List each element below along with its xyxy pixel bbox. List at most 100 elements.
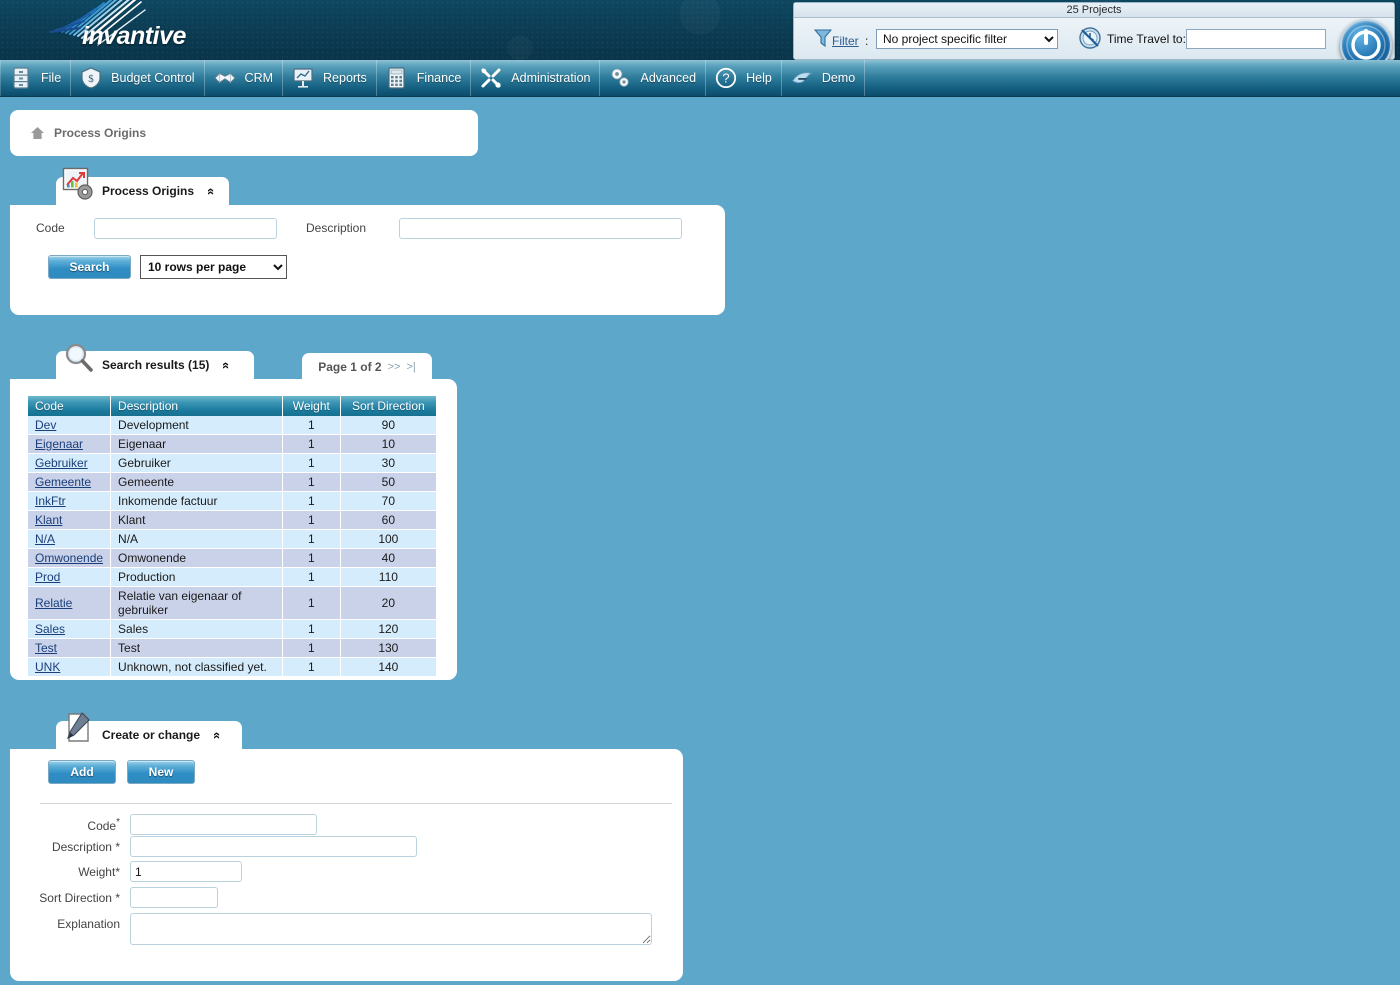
cell-sort-direction: 130 bbox=[340, 638, 436, 658]
home-icon[interactable] bbox=[30, 126, 45, 140]
cell-sort-direction: 140 bbox=[340, 657, 436, 677]
description-label: Description * bbox=[51, 839, 120, 854]
chevron-up-icon[interactable]: « bbox=[210, 731, 225, 738]
create-or-change-panel-tab[interactable]: Create or change « bbox=[56, 712, 242, 749]
code-link[interactable]: Test bbox=[35, 641, 57, 655]
sort-direction-field[interactable] bbox=[130, 887, 218, 908]
cell-code: Prod bbox=[28, 567, 112, 587]
gears-icon bbox=[609, 67, 631, 89]
menu-item-administration[interactable]: Administration bbox=[471, 60, 601, 96]
cell-sort-direction: 20 bbox=[340, 586, 436, 620]
form-row-explanation: Explanation bbox=[20, 913, 652, 945]
form-row-code: Code* bbox=[20, 814, 317, 835]
explanation-field[interactable] bbox=[130, 913, 652, 945]
time-travel-input[interactable] bbox=[1186, 29, 1326, 49]
column-header-sort-direction[interactable]: Sort Direction bbox=[340, 396, 436, 416]
cell-weight: 1 bbox=[282, 657, 341, 677]
dolphin-icon bbox=[791, 67, 813, 89]
cell-description: Klant bbox=[110, 510, 283, 530]
menu-label: CRM bbox=[244, 71, 274, 85]
menu-item-finance[interactable]: Finance bbox=[377, 60, 472, 96]
table-row: Gemeente Gemeente 1 50 bbox=[28, 472, 436, 492]
panel-title: Create or change bbox=[102, 728, 201, 742]
next-page-button[interactable]: >> bbox=[388, 361, 401, 373]
last-page-button[interactable]: >| bbox=[406, 361, 415, 373]
filter-colon: : bbox=[865, 34, 869, 48]
project-filter-box: 25 Projects Filter : No project specific… bbox=[793, 2, 1395, 71]
code-link[interactable]: Omwonende bbox=[35, 551, 103, 565]
panel-title: Process Origins bbox=[102, 184, 195, 198]
cell-code: Klant bbox=[28, 510, 112, 530]
project-filter-select[interactable]: No project specific filter bbox=[876, 29, 1058, 49]
cabinet-icon bbox=[10, 67, 32, 89]
form-divider bbox=[40, 803, 672, 804]
search-results-panel-tab[interactable]: Search results (15) « bbox=[56, 343, 254, 379]
project-count-label: 25 Projects bbox=[794, 3, 1394, 18]
cell-description: Inkomende factuur bbox=[110, 491, 283, 511]
chart-gear-icon bbox=[62, 167, 93, 200]
pagination-tab[interactable]: Page 1 of 2 >> >| bbox=[302, 353, 432, 381]
cell-description: N/A bbox=[110, 529, 283, 549]
svg-text:?: ? bbox=[722, 71, 729, 86]
menu-item-budget-control[interactable]: $ Budget Control bbox=[71, 60, 205, 96]
code-link[interactable]: Klant bbox=[35, 513, 62, 527]
cell-description: Gebruiker bbox=[110, 453, 283, 473]
column-header-code[interactable]: Code bbox=[28, 396, 112, 416]
search-code-input[interactable] bbox=[94, 218, 277, 239]
breadcrumb-label[interactable]: Process Origins bbox=[54, 126, 146, 140]
chevron-up-icon[interactable]: « bbox=[204, 187, 219, 194]
chevron-up-icon[interactable]: « bbox=[220, 361, 235, 368]
cell-weight: 1 bbox=[282, 586, 341, 620]
cell-description: Eigenaar bbox=[110, 434, 283, 454]
new-button[interactable]: New bbox=[127, 760, 195, 784]
cell-code: N/A bbox=[28, 529, 112, 549]
rows-per-page-select[interactable]: 10 rows per page bbox=[140, 255, 287, 279]
cell-weight: 1 bbox=[282, 529, 341, 549]
menu-item-file[interactable]: File bbox=[0, 60, 72, 96]
code-link[interactable]: UNK bbox=[35, 660, 60, 674]
code-field[interactable] bbox=[130, 814, 317, 835]
code-link[interactable]: InkFtr bbox=[35, 494, 66, 508]
menu-label: Budget Control bbox=[111, 71, 195, 85]
description-field[interactable] bbox=[130, 836, 417, 857]
process-origins-panel-tab[interactable]: Process Origins « bbox=[56, 167, 230, 205]
cell-code: Dev bbox=[28, 416, 112, 435]
search-button[interactable]: Search bbox=[48, 255, 131, 279]
handshake-icon bbox=[213, 67, 236, 89]
cell-weight: 1 bbox=[282, 453, 341, 473]
create-or-change-panel: Add New Code* Description * Weight* Sort… bbox=[10, 749, 683, 981]
menu-item-crm[interactable]: CRM bbox=[205, 60, 284, 96]
code-link[interactable]: Dev bbox=[35, 418, 56, 432]
process-origins-search-panel: Code Description Search 10 rows per page bbox=[10, 205, 725, 315]
menu-label: Advanced bbox=[640, 71, 697, 85]
code-link[interactable]: Sales bbox=[35, 622, 65, 636]
time-travel-clock-icon[interactable] bbox=[1078, 26, 1102, 50]
cell-weight: 1 bbox=[282, 491, 341, 511]
code-link[interactable]: N/A bbox=[35, 532, 55, 546]
code-link[interactable]: Gemeente bbox=[35, 475, 91, 489]
search-description-input[interactable] bbox=[399, 218, 682, 239]
menu-item-help[interactable]: ? Help bbox=[706, 60, 782, 96]
menu-label: Demo bbox=[821, 71, 856, 85]
add-button[interactable]: Add bbox=[48, 760, 116, 784]
cell-description: Test bbox=[110, 638, 283, 658]
money-shield-icon: $ bbox=[80, 67, 102, 89]
column-header-description[interactable]: Description bbox=[110, 396, 283, 416]
code-link[interactable]: Gebruiker bbox=[35, 456, 88, 470]
column-header-weight[interactable]: Weight bbox=[282, 396, 341, 416]
tools-icon bbox=[480, 67, 502, 89]
explanation-label: Explanation bbox=[57, 917, 120, 931]
cell-weight: 1 bbox=[282, 472, 341, 492]
brand-logo[interactable]: invantive bbox=[20, 0, 280, 60]
code-link[interactable]: Relatie bbox=[35, 596, 72, 610]
menu-item-reports[interactable]: Reports bbox=[283, 60, 377, 96]
weight-field[interactable] bbox=[130, 861, 242, 882]
filter-link[interactable]: Filter bbox=[832, 34, 859, 48]
code-link[interactable]: Eigenaar bbox=[35, 437, 83, 451]
table-header-row: Code Description Weight Sort Direction bbox=[28, 396, 436, 416]
results-table: Code Description Weight Sort Direction D… bbox=[28, 396, 436, 677]
menu-item-advanced[interactable]: Advanced bbox=[600, 60, 707, 96]
table-row: Sales Sales 1 120 bbox=[28, 619, 436, 639]
menu-item-demo[interactable]: Demo bbox=[782, 60, 866, 96]
code-link[interactable]: Prod bbox=[35, 570, 60, 584]
